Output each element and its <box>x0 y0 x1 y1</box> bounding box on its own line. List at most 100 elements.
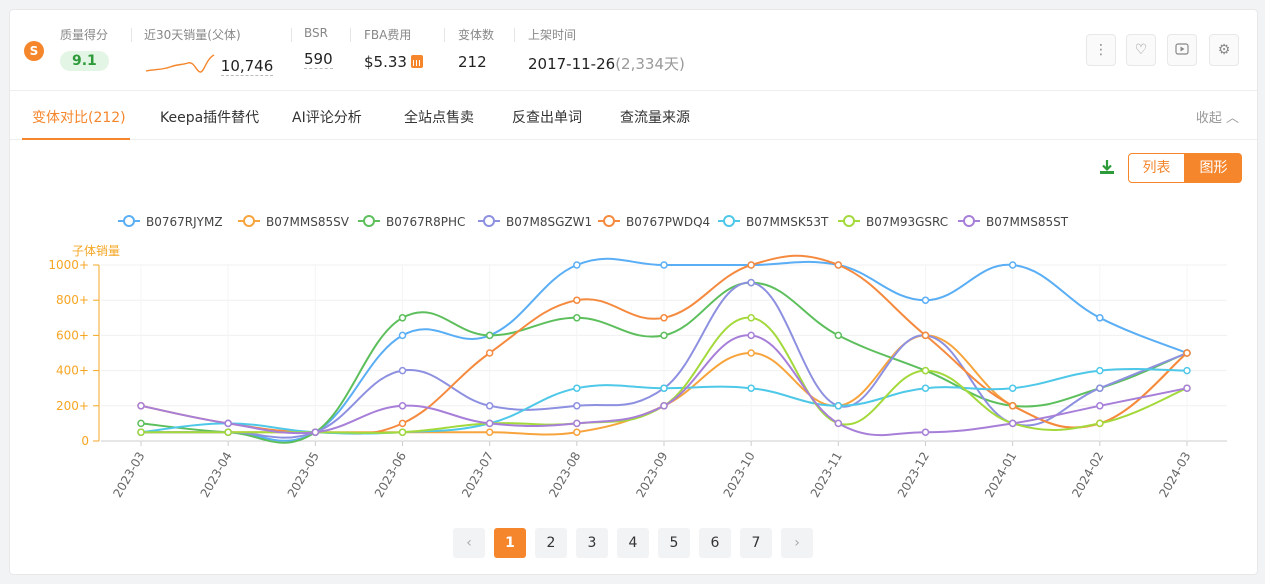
data-point[interactable] <box>1008 402 1017 410</box>
data-point[interactable] <box>398 314 407 322</box>
page-button[interactable]: 3 <box>576 528 608 558</box>
legend-label: B07MMS85SV <box>266 215 350 229</box>
collapse-button[interactable]: 收起 ︿ <box>1196 107 1239 126</box>
data-point[interactable] <box>1008 419 1017 428</box>
chart-view-button[interactable]: 图形 <box>1185 153 1242 183</box>
data-point[interactable] <box>573 428 581 436</box>
data-point[interactable] <box>834 402 843 410</box>
data-point[interactable] <box>660 261 668 269</box>
data-point[interactable] <box>485 428 494 436</box>
data-point[interactable] <box>747 261 755 269</box>
legend-item[interactable]: B0767RJYMZ <box>118 215 223 229</box>
data-point[interactable] <box>137 402 145 410</box>
data-point[interactable] <box>1183 384 1191 392</box>
data-point[interactable] <box>398 419 407 428</box>
data-point[interactable] <box>573 261 581 269</box>
legend-marker <box>483 215 495 227</box>
page-button[interactable]: 5 <box>658 528 690 558</box>
page-button[interactable]: 6 <box>699 528 731 558</box>
legend-item[interactable]: B07M8SGZW1 <box>478 215 592 229</box>
legend-item[interactable]: B07MMSK53T <box>718 215 829 229</box>
data-point[interactable] <box>573 402 581 410</box>
tab-reverse-keywords[interactable]: 反查出单词 <box>512 107 582 127</box>
data-point[interactable] <box>573 314 581 322</box>
tab-traffic-source[interactable]: 查流量来源 <box>620 107 690 127</box>
data-point[interactable] <box>1008 261 1017 269</box>
heart-icon[interactable]: ♡ <box>1126 34 1156 66</box>
legend-item[interactable]: B07M93GSRC <box>838 215 948 229</box>
data-point[interactable] <box>747 314 755 322</box>
data-point[interactable] <box>660 331 668 340</box>
data-point[interactable] <box>921 366 930 375</box>
listed-days: (2,334天) <box>615 55 685 73</box>
data-point[interactable] <box>137 419 145 428</box>
calculator-icon[interactable] <box>410 55 423 68</box>
tab-all-sites[interactable]: 全站点售卖 <box>404 107 474 127</box>
data-point[interactable] <box>1096 402 1104 410</box>
sales-trend-sparkline-icon[interactable] <box>144 53 216 75</box>
data-point[interactable] <box>137 428 145 436</box>
data-point[interactable] <box>747 331 755 340</box>
more-vertical-icon[interactable]: ⋮ <box>1086 34 1116 66</box>
y-tick-label: 1000+ <box>48 258 89 272</box>
data-point[interactable] <box>485 331 494 340</box>
data-point[interactable] <box>311 428 320 436</box>
data-point[interactable] <box>921 331 930 340</box>
data-point[interactable] <box>747 384 755 392</box>
data-point[interactable] <box>1096 366 1104 375</box>
data-point[interactable] <box>485 349 494 357</box>
data-point[interactable] <box>398 366 407 375</box>
data-point[interactable] <box>1183 366 1191 375</box>
legend-marker <box>603 215 615 227</box>
data-point[interactable] <box>398 402 407 410</box>
data-point[interactable] <box>834 419 843 428</box>
tab-variant-compare[interactable]: 变体对比(212) <box>32 107 126 127</box>
prev-page-button[interactable]: ‹ <box>453 528 485 558</box>
data-point[interactable] <box>747 278 755 287</box>
data-point[interactable] <box>921 384 930 392</box>
data-point[interactable] <box>398 331 407 340</box>
legend-item[interactable]: B07MMS85SV <box>238 215 350 229</box>
data-point[interactable] <box>485 402 494 410</box>
data-point[interactable] <box>1008 384 1017 392</box>
page-button[interactable]: 1 <box>494 528 526 558</box>
download-icon[interactable] <box>1098 158 1116 176</box>
page-button[interactable]: 2 <box>535 528 567 558</box>
data-point[interactable] <box>573 384 581 392</box>
legend-item[interactable]: B0767R8PHC <box>358 215 465 229</box>
data-point[interactable] <box>1096 419 1104 428</box>
data-point[interactable] <box>485 419 494 428</box>
collapse-label: 收起 <box>1195 111 1222 126</box>
pagination: ‹ 1 2 3 4 5 6 7 › <box>453 528 813 558</box>
next-page-button[interactable]: › <box>781 528 813 558</box>
video-play-icon[interactable] <box>1167 34 1197 66</box>
settings-icon[interactable]: ⚙ <box>1209 34 1239 66</box>
data-point[interactable] <box>747 349 755 357</box>
y-axis-label: 子体销量 <box>72 244 120 258</box>
x-tick-label: 2023-10 <box>721 450 758 500</box>
legend-item[interactable]: B0767PWDQ4 <box>598 215 710 229</box>
data-point[interactable] <box>224 419 232 428</box>
legend-item[interactable]: B07MMS85ST <box>958 215 1069 229</box>
data-point[interactable] <box>398 428 407 436</box>
data-point[interactable] <box>660 384 668 392</box>
data-point[interactable] <box>224 428 232 436</box>
data-point[interactable] <box>1096 314 1104 322</box>
data-point[interactable] <box>834 261 843 269</box>
page-button[interactable]: 4 <box>617 528 649 558</box>
data-point[interactable] <box>573 296 581 304</box>
data-point[interactable] <box>573 419 581 428</box>
page-button[interactable]: 7 <box>740 528 772 558</box>
data-point[interactable] <box>1183 349 1191 357</box>
data-point[interactable] <box>921 428 930 436</box>
list-view-button[interactable]: 列表 <box>1128 153 1185 183</box>
data-point[interactable] <box>1096 384 1104 392</box>
tab-bar: 变体对比(212) Keepa插件替代 AI评论分析 全站点售卖 反查出单词 查… <box>10 90 1257 140</box>
data-point[interactable] <box>660 314 668 322</box>
data-point[interactable] <box>834 331 843 340</box>
tab-keepa[interactable]: Keepa插件替代 <box>160 107 259 127</box>
tab-ai-reviews[interactable]: AI评论分析 <box>292 107 362 127</box>
data-point[interactable] <box>921 296 930 304</box>
data-point[interactable] <box>660 402 668 410</box>
bsr-label: BSR <box>304 26 328 40</box>
